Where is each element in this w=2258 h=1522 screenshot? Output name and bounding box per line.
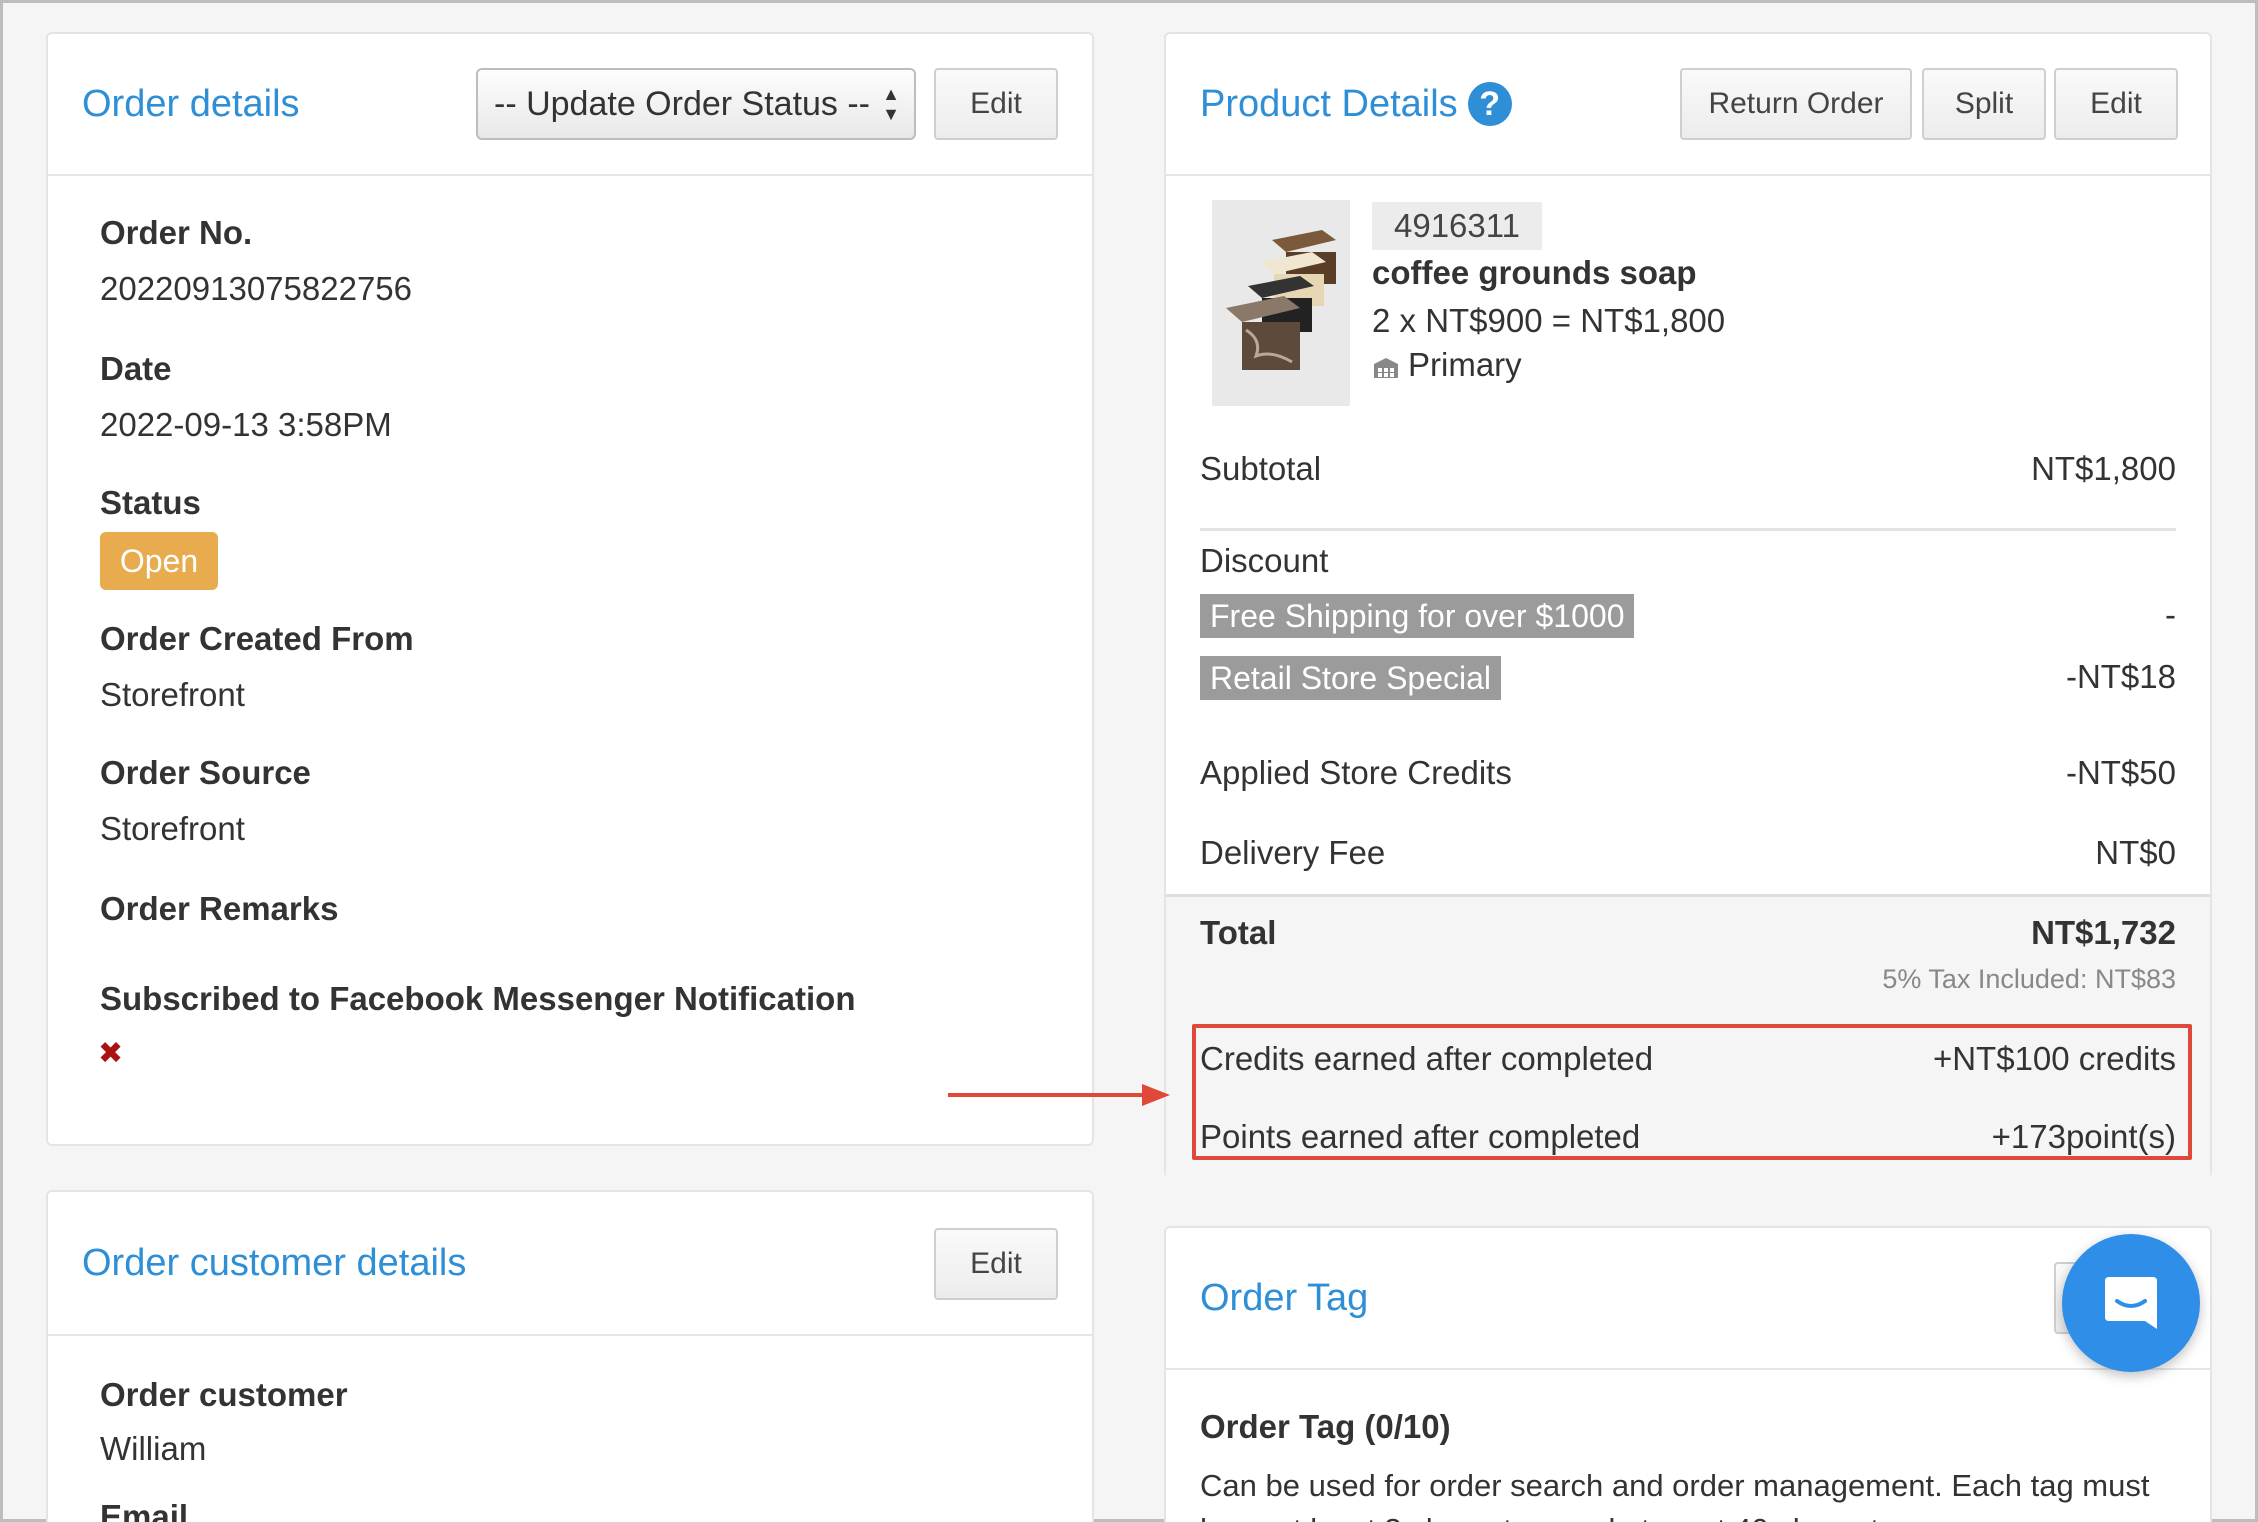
points-earned-value: +173point(s)	[1991, 1118, 2176, 1155]
order-source-value: Storefront	[100, 810, 245, 847]
order-details-header: Order details -- Update Order Status -- …	[48, 34, 1092, 176]
order-no-label: Order No.	[100, 214, 253, 251]
annotation-arrow-icon	[948, 1084, 1170, 1106]
subtotal-divider	[1200, 528, 2176, 531]
order-source-label: Order Source	[100, 754, 311, 791]
order-tag-panel: Order Tag Order Tag (0/10) Can be used f…	[1164, 1226, 2212, 1522]
product-details-title: Product Details	[1200, 82, 1458, 125]
messenger-notification-label: Subscribed to Facebook Messenger Notific…	[100, 980, 856, 1017]
help-icon[interactable]: ?	[1467, 82, 1512, 126]
order-tag-title: Order Tag	[1200, 1276, 1369, 1319]
tax-note: 5% Tax Included: NT$83	[1882, 964, 2176, 994]
order-details-edit-button[interactable]: Edit	[934, 68, 1058, 140]
order-tag-description: Can be used for order search and order m…	[1200, 1468, 2150, 1522]
credits-earned-label: Credits earned after completed	[1200, 1040, 1654, 1077]
store-credits-label: Applied Store Credits	[1200, 754, 1512, 791]
select-arrows-icon: ▲ ▼	[882, 84, 900, 124]
order-no-value: 20220913075822756	[100, 270, 413, 307]
product-name[interactable]: coffee grounds soap	[1372, 254, 1697, 292]
warehouse-icon	[1372, 356, 1400, 380]
order-tag-count: Order Tag (0/10)	[1200, 1408, 1451, 1445]
delivery-fee-label: Delivery Fee	[1200, 834, 1386, 871]
order-created-from-value: Storefront	[100, 676, 245, 713]
order-details-panel: Order details -- Update Order Status -- …	[46, 32, 1094, 1146]
order-details-title: Order details	[82, 82, 300, 125]
delivery-fee-value: NT$0	[2095, 834, 2176, 871]
not-subscribed-x-icon: ✖	[98, 1037, 124, 1070]
total-value: NT$1,732	[2031, 914, 2176, 951]
discount-chip-free-shipping: Free Shipping for over $1000	[1200, 594, 1635, 638]
chat-launcher-button[interactable]	[2062, 1234, 2200, 1372]
update-order-status-select[interactable]: -- Update Order Status -- ▲ ▼	[476, 68, 916, 140]
order-tag-header: Order Tag	[1166, 1228, 2210, 1370]
subtotal-value: NT$1,800	[2031, 450, 2176, 487]
order-customer-value: William	[100, 1430, 207, 1467]
email-label: Email	[100, 1498, 189, 1522]
split-button[interactable]: Split	[1922, 68, 2046, 140]
discount-label: Discount	[1200, 542, 1329, 579]
subtotal-label: Subtotal	[1200, 450, 1322, 487]
order-customer-panel: Order customer details Edit Order custom…	[46, 1190, 1094, 1522]
order-customer-title: Order customer details	[82, 1241, 467, 1284]
discount-value-retail-store: -NT$18	[2065, 658, 2176, 695]
product-price-line: 2 x NT$900 = NT$1,800	[1372, 302, 1726, 339]
order-remarks-label: Order Remarks	[100, 890, 339, 927]
product-details-edit-button[interactable]: Edit	[2054, 68, 2178, 140]
discount-chip-retail-store: Retail Store Special	[1200, 656, 1502, 700]
order-customer-edit-button[interactable]: Edit	[934, 1228, 1058, 1300]
total-label: Total	[1200, 914, 1277, 951]
product-warehouse: Primary	[1408, 346, 1522, 383]
soap-bars-image	[1212, 200, 1350, 406]
status-badge: Open	[100, 532, 218, 590]
product-details-panel: Product Details ? Return Order Split Edi…	[1164, 32, 2212, 1178]
store-credits-value: -NT$50	[2065, 754, 2176, 791]
return-order-button[interactable]: Return Order	[1680, 68, 1912, 140]
order-customer-header: Order customer details Edit	[48, 1192, 1092, 1336]
update-order-status-value: -- Update Order Status --	[494, 84, 871, 123]
order-created-from-label: Order Created From	[100, 620, 414, 657]
order-customer-label: Order customer	[100, 1376, 348, 1413]
product-details-header: Product Details ? Return Order Split Edi…	[1166, 34, 2210, 176]
credits-earned-value: +NT$100 credits	[1932, 1040, 2176, 1077]
discount-value-free-shipping: -	[2165, 596, 2176, 633]
points-earned-label: Points earned after completed	[1200, 1118, 1641, 1155]
product-thumbnail[interactable]	[1212, 200, 1350, 406]
product-sku: 4916311	[1372, 202, 1543, 250]
status-label: Status	[100, 484, 201, 521]
chat-icon	[2105, 1277, 2157, 1329]
date-value: 2022-09-13 3:58PM	[100, 406, 392, 443]
date-label: Date	[100, 350, 172, 387]
